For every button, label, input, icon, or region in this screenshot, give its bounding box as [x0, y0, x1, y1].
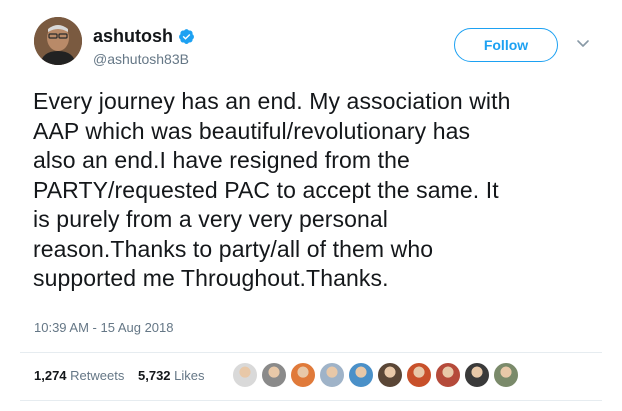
liker-avatar-3-icon[interactable]: [290, 362, 316, 388]
likes-stat[interactable]: 5,732 Likes: [138, 368, 205, 383]
liker-avatar-2-icon[interactable]: [261, 362, 287, 388]
display-name[interactable]: ashutosh: [93, 26, 195, 46]
tweet-text-line: PARTY/requested PAC to accept the same. …: [33, 176, 499, 203]
tweet-text-line: AAP which was beautiful/revolutionary ha…: [33, 117, 471, 144]
liker-avatar-4-icon[interactable]: [319, 362, 345, 388]
retweets-label: Retweets: [70, 368, 125, 383]
user-avatar-photo-icon: [34, 17, 82, 65]
verified-badge-icon: [179, 29, 194, 44]
likes-label: Likes: [174, 368, 205, 383]
tweet-text-line: also an end.I have resigned from the: [33, 147, 410, 173]
follow-button[interactable]: Follow: [454, 28, 558, 62]
liker-avatar-5-icon[interactable]: [348, 362, 374, 388]
liker-avatar-9-icon[interactable]: [464, 362, 490, 388]
likers-avatars: [232, 362, 522, 388]
divider-top: [20, 352, 602, 353]
tweet-text: Every journey has an end. My association…: [33, 87, 608, 294]
liker-avatar-6-icon[interactable]: [377, 362, 403, 388]
divider-bottom: [20, 400, 602, 401]
liker-avatar-8-icon[interactable]: [435, 362, 461, 388]
display-name-text: ashutosh: [93, 26, 174, 46]
liker-avatar-1-icon[interactable]: [232, 362, 258, 388]
tweet-text-line: Every journey has an end. My association…: [33, 88, 511, 114]
liker-avatar-10-icon[interactable]: [493, 362, 519, 388]
retweets-count: 1,274: [34, 368, 67, 383]
tweet-text-line: supported me Throughout.Thanks.: [33, 265, 389, 291]
tweet-card: ashutosh @ashutosh83B Follow Every journ…: [0, 0, 622, 411]
tweet-text-line: reason.Thanks to party/all of them who: [33, 235, 434, 262]
likes-count: 5,732: [138, 368, 171, 383]
avatar[interactable]: [34, 17, 82, 65]
liker-avatar-7-icon[interactable]: [406, 362, 432, 388]
chevron-down-icon[interactable]: [576, 39, 590, 49]
retweets-stat[interactable]: 1,274 Retweets: [34, 368, 124, 383]
tweet-stats: 1,274 Retweets 5,732 Likes: [34, 368, 215, 384]
tweet-timestamp[interactable]: 10:39 AM - 15 Aug 2018: [34, 320, 174, 336]
user-handle[interactable]: @ashutosh83B: [93, 50, 189, 68]
tweet-text-line: is purely from a very very personal: [33, 206, 389, 232]
